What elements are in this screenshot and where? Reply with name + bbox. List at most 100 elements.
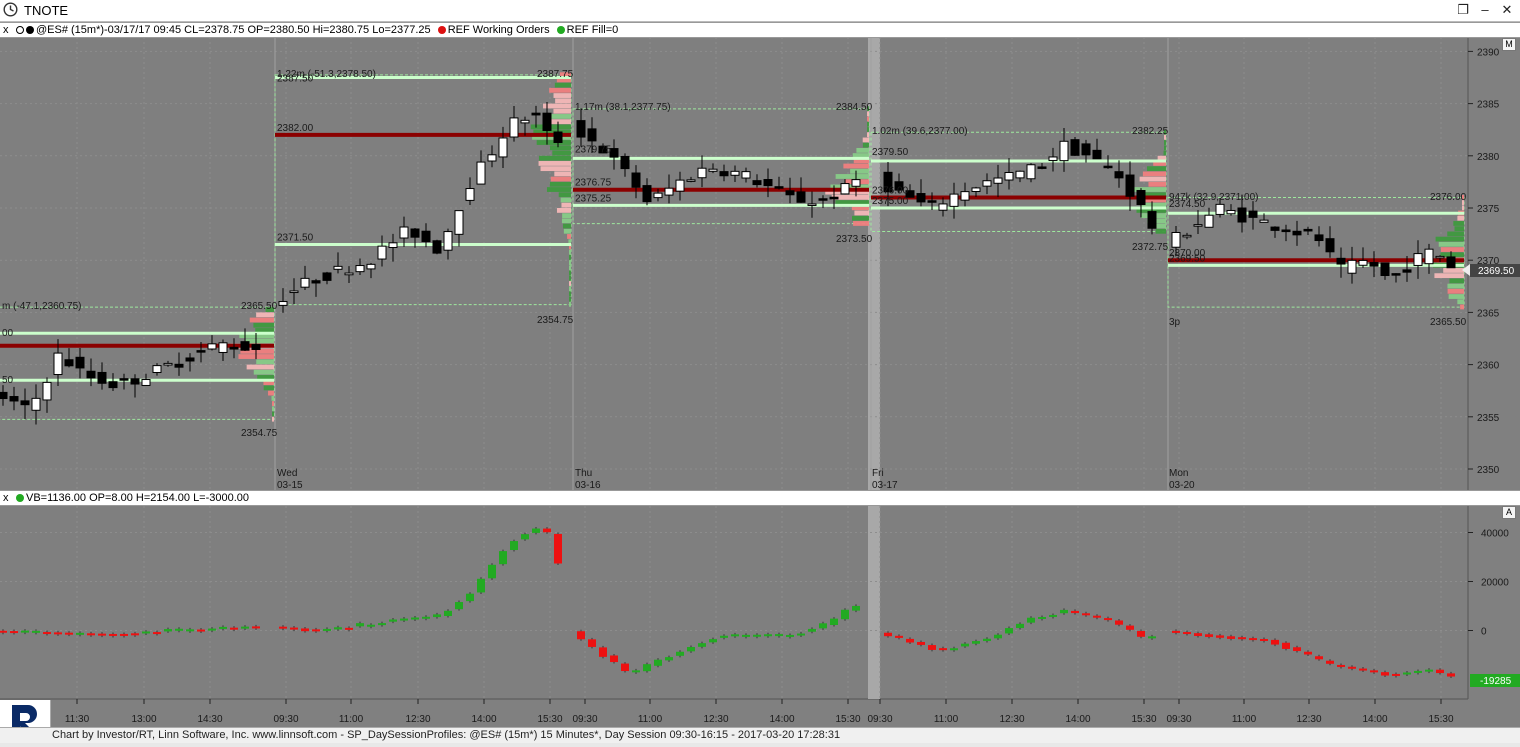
volume-bar	[444, 610, 452, 616]
volume-dot-icon[interactable]	[16, 494, 24, 502]
candle-body	[631, 172, 641, 188]
volume-bar	[21, 630, 29, 633]
profile-bar	[567, 234, 571, 239]
candle-body	[1182, 234, 1192, 238]
candle-body	[311, 280, 321, 284]
volume-bar	[764, 634, 772, 637]
volume-plot-area[interactable]	[0, 506, 1468, 699]
time-tick-label: 14:30	[197, 714, 222, 725]
profile-bar	[856, 147, 869, 153]
volume-bar	[1016, 623, 1024, 629]
candle-body	[251, 344, 261, 350]
candle-body	[0, 391, 8, 400]
profile-bar	[552, 150, 571, 156]
time-tick-label: 14:00	[1362, 714, 1387, 725]
volume-bar	[928, 645, 936, 650]
price-plot-area[interactable]	[0, 37, 1468, 490]
restore-icon[interactable]: ❐	[1455, 2, 1471, 18]
ref-working-dot-icon[interactable]	[437, 26, 446, 34]
profile-bar	[1435, 236, 1464, 242]
profile-bar	[1449, 278, 1464, 284]
volume-bar	[720, 635, 728, 638]
profile-bar	[256, 312, 274, 318]
volume-bar	[499, 551, 507, 565]
close-panel-icon[interactable]: x	[3, 491, 9, 505]
profile-bar	[1447, 288, 1464, 294]
time-tick-label: 09:30	[867, 714, 892, 725]
candle-body	[1347, 259, 1357, 274]
candle-body	[1369, 262, 1379, 267]
volume-bar	[241, 626, 249, 629]
volume-bar	[1315, 656, 1323, 660]
profile-bar	[1142, 171, 1166, 177]
volume-bar	[367, 624, 375, 627]
volume-bar	[1115, 620, 1123, 625]
time-axis[interactable]	[0, 699, 1520, 727]
volume-bar	[1183, 632, 1191, 635]
value-area-high-label: 2379.50	[872, 147, 909, 158]
profile-bar	[562, 213, 571, 219]
profile-summary-label: m (-47.1,2360.75)	[2, 301, 82, 312]
candle-body	[509, 117, 519, 138]
volume-bar	[378, 623, 386, 626]
profile-bar	[850, 168, 869, 174]
volume-bar	[1249, 638, 1257, 641]
last-volume-text: -19285	[1480, 676, 1512, 687]
candle-body	[851, 179, 861, 187]
candle-body	[1226, 209, 1236, 215]
ref-fill-dot-icon[interactable]	[556, 26, 565, 34]
volume-bar	[1082, 613, 1090, 616]
toggle-icon[interactable]	[16, 26, 24, 34]
time-tick-label: 15:30	[1428, 714, 1453, 725]
candle-body	[1081, 143, 1091, 156]
profile-bar	[569, 249, 571, 255]
candle-body	[119, 378, 129, 381]
volume-bar	[786, 634, 794, 637]
volume-bar	[1216, 635, 1224, 638]
close-icon[interactable]: ✕	[1499, 2, 1515, 18]
volume-bar	[301, 628, 309, 632]
time-tick-label: 11:00	[1232, 714, 1257, 725]
close-panel-icon[interactable]: x	[3, 23, 9, 37]
profile-bar	[549, 87, 571, 93]
profile-bar	[253, 322, 274, 328]
profile-bar	[569, 296, 571, 302]
time-tick-label: 11:30	[65, 714, 90, 725]
profile-bar	[862, 137, 869, 143]
price-info: @ES# (15m*)-03/17/17 09:45 CL=2378.75 OP…	[36, 24, 431, 36]
time-tick-label: 09:30	[273, 714, 298, 725]
minimize-icon[interactable]: –	[1477, 2, 1493, 18]
value-area-low-label: 50	[2, 375, 14, 386]
volume-bar	[120, 633, 128, 636]
candle-body	[752, 180, 762, 186]
profile-bar	[1454, 226, 1464, 232]
volume-bar	[98, 633, 106, 636]
time-tick-label: 15:30	[1131, 714, 1156, 725]
profile-bar	[271, 395, 274, 401]
volume-bar	[400, 618, 408, 621]
profile-bar	[867, 132, 869, 138]
candle-body	[927, 200, 937, 203]
session-separator	[868, 506, 880, 699]
volume-tick-label: 40000	[1481, 529, 1509, 540]
volume-bar	[830, 618, 838, 625]
profile-bar	[1148, 181, 1166, 187]
candle-body	[86, 370, 96, 379]
volume-bar	[1326, 660, 1334, 664]
volume-bar	[345, 627, 353, 630]
volume-bar	[1093, 615, 1101, 618]
candle-body	[829, 196, 839, 200]
candle-body	[432, 240, 442, 254]
price-scale-button[interactable]: M	[1502, 38, 1516, 51]
time-tick-label: 12:30	[405, 714, 430, 725]
chart-canvas[interactable]: m (-47.1,2360.75) 2365.5000502354.751.22m…	[0, 0, 1520, 742]
volume-scale-button[interactable]: A	[1502, 506, 1516, 519]
volume-bar	[676, 651, 684, 656]
volume-bar	[643, 664, 651, 672]
volume-bar	[510, 541, 518, 551]
volume-bar	[939, 648, 947, 651]
day-label: Wed	[277, 468, 297, 479]
candle-body	[108, 381, 118, 389]
profile-bar	[851, 215, 869, 221]
volume-bar	[972, 641, 980, 644]
